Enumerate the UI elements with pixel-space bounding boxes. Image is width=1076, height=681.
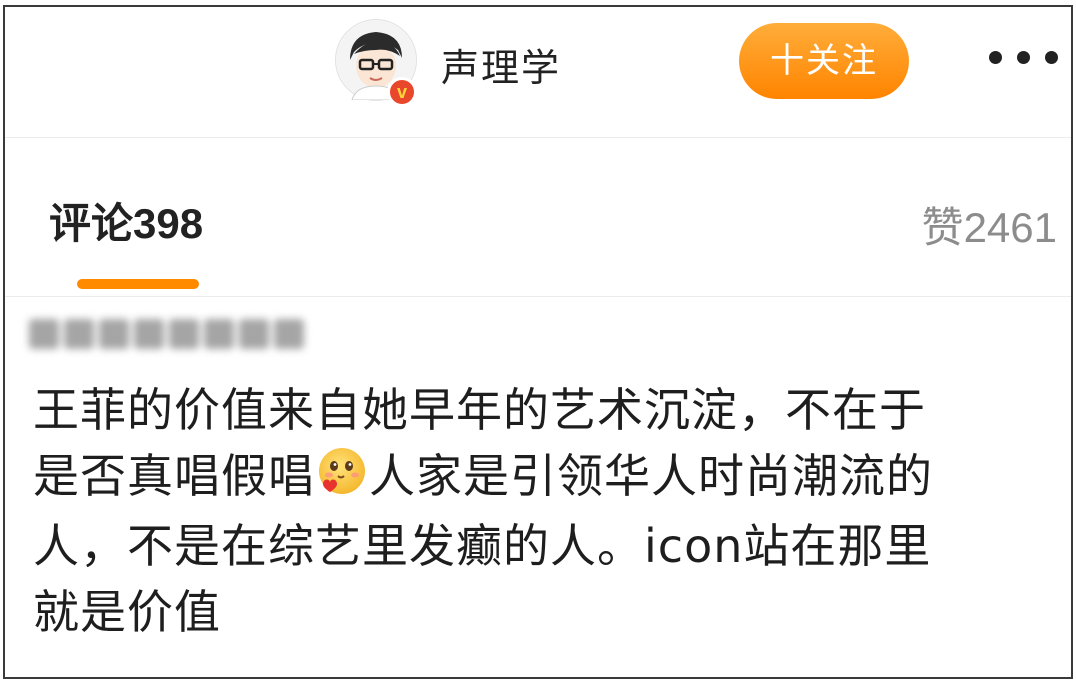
- username[interactable]: 声理学: [441, 37, 561, 92]
- comment-line-2a: 是否真唱假唱: [33, 449, 315, 503]
- comment-item: 王菲的价值来自她早年的艺术沉淀，不在于 是否真唱假唱 人家是引领华人时尚潮流的 …: [5, 297, 1071, 677]
- screenshot-frame: v 声理学 十关注 评论398 赞2461 王菲的价值来自她早年的艺术沉淀，不在…: [3, 5, 1073, 679]
- comment-line-4: 就是价值: [33, 585, 221, 639]
- tab-likes-count: 2461: [963, 204, 1057, 251]
- tab-likes[interactable]: 赞2461: [922, 194, 1057, 255]
- tab-comments[interactable]: 评论398: [49, 190, 203, 251]
- more-dot: [1017, 51, 1030, 64]
- comment-line-2: 是否真唱假唱 人家是引领华人时尚潮流的: [33, 443, 1063, 513]
- more-dots-icon[interactable]: [985, 37, 1067, 77]
- comment-line-2b: 人家是引领华人时尚潮流的: [369, 449, 933, 503]
- comment-line-1: 王菲的价值来自她早年的艺术沉淀，不在于: [33, 383, 926, 437]
- more-dot: [1045, 51, 1058, 64]
- more-dot: [989, 51, 1002, 64]
- tab-comments-label: 评论: [49, 199, 134, 248]
- comment-text: 王菲的价值来自她早年的艺术沉淀，不在于 是否真唱假唱 人家是引领华人时尚潮流的 …: [33, 377, 1063, 645]
- comment-tabs: 评论398 赞2461: [5, 138, 1071, 297]
- blushing-heart-emoji-icon: [317, 446, 367, 513]
- comment-line-3: 人，不是在综艺里发癫的人。icon站在那里: [33, 519, 932, 573]
- follow-button[interactable]: 十关注: [739, 23, 909, 99]
- active-tab-indicator: [77, 279, 199, 289]
- verified-badge-icon: v: [387, 77, 417, 107]
- post-header: v 声理学 十关注: [5, 7, 1071, 138]
- tab-comments-count: 398: [133, 200, 204, 247]
- comment-author-blurred[interactable]: [29, 319, 309, 363]
- tab-likes-label: 赞: [921, 203, 964, 252]
